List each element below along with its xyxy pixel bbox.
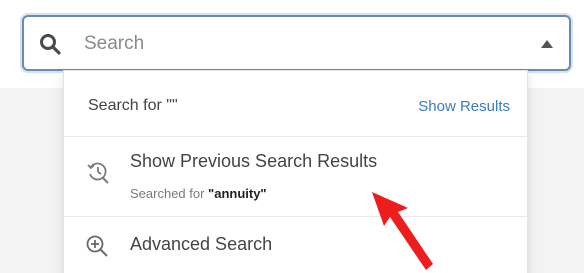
previous-results-title: Show Previous Search Results <box>130 151 378 171</box>
search-icon <box>40 34 61 55</box>
advanced-search-row[interactable]: Advanced Search <box>64 217 527 273</box>
search-bar[interactable] <box>22 15 571 71</box>
zoom-in-icon <box>86 235 108 257</box>
annotation-arrow-icon <box>372 192 433 270</box>
search-dropdown: Search for "" Show Results Show Previous… <box>63 70 528 273</box>
previous-results-subtitle: Searched for "annuity" <box>130 186 267 201</box>
previous-results-row[interactable]: Show Previous Search Results Searched fo… <box>64 137 527 217</box>
show-results-link[interactable]: Show Results <box>418 98 510 115</box>
advanced-search-label: Advanced Search <box>130 234 273 254</box>
caret-up-icon[interactable] <box>541 40 553 48</box>
search-for-label: Search for "" <box>88 97 178 114</box>
search-input[interactable] <box>84 29 504 59</box>
previous-search-term: "annuity" <box>208 186 267 201</box>
search-for-row[interactable]: Search for "" Show Results <box>64 71 527 137</box>
previous-results-prefix: Searched for <box>130 186 209 201</box>
history-search-icon <box>87 162 109 184</box>
